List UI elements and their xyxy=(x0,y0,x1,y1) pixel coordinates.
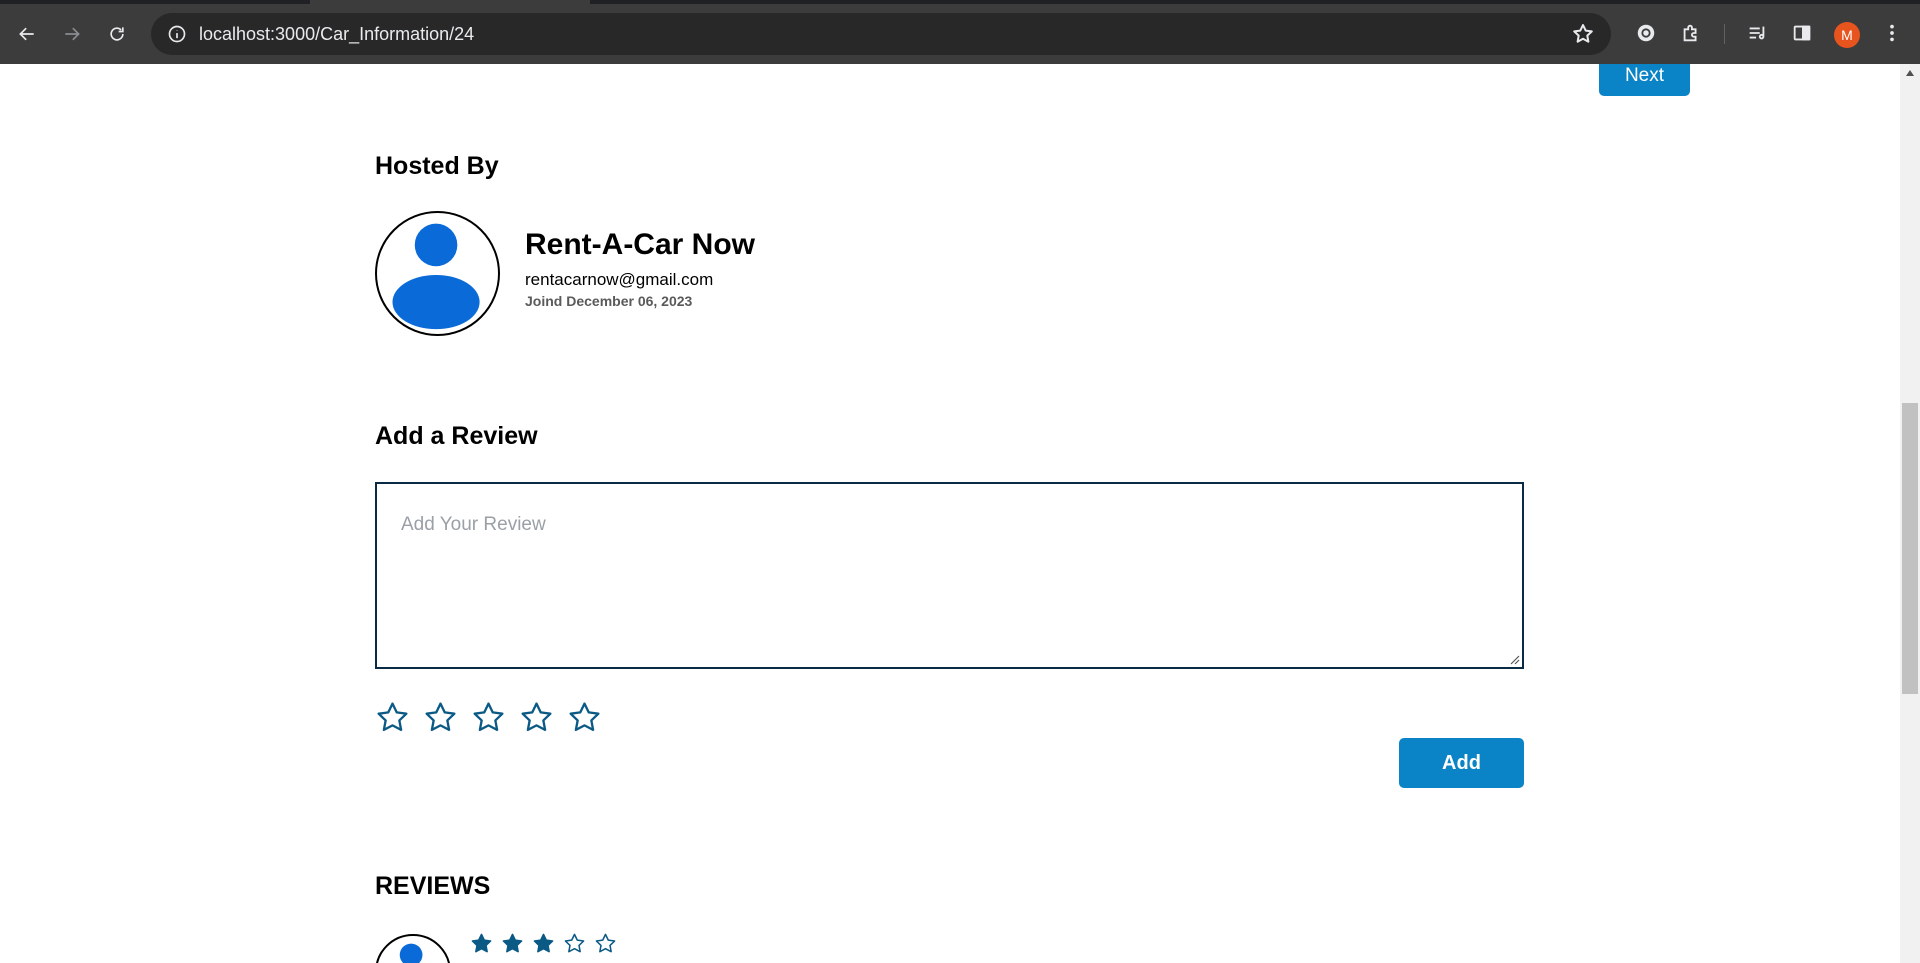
toolbar-divider xyxy=(1724,24,1725,44)
url-text[interactable]: localhost:3000/Car_Information/24 xyxy=(199,24,474,45)
review-rating xyxy=(470,932,617,955)
star-filled-icon xyxy=(471,933,492,953)
star-empty-icon[interactable] xyxy=(567,700,602,735)
host-name: Rent-A-Car Now xyxy=(525,228,755,261)
add-review-title: Add a Review xyxy=(375,422,538,450)
review-textarea-container xyxy=(375,482,1524,669)
host-email: rentacarnow@gmail.com xyxy=(525,270,714,289)
site-info-icon[interactable] xyxy=(165,22,189,46)
side-panel-icon[interactable] xyxy=(1788,19,1816,47)
star-empty-icon[interactable] xyxy=(471,700,506,735)
media-controls-icon[interactable] xyxy=(1743,19,1771,47)
host-avatar xyxy=(375,211,500,336)
reviews-title: REVIEWS xyxy=(375,872,491,900)
review-textarea[interactable] xyxy=(377,484,1522,667)
forward-icon[interactable] xyxy=(55,17,89,51)
bookmark-star-icon[interactable] xyxy=(1571,22,1595,46)
rating-input[interactable] xyxy=(375,700,602,735)
tab-strip-edge xyxy=(0,0,310,4)
page-scrollbar[interactable] xyxy=(1900,64,1920,963)
user-silhouette-icon xyxy=(399,943,423,963)
browser-toolbar: localhost:3000/Car_Information/24 M xyxy=(0,0,1920,64)
extension-icon[interactable] xyxy=(1632,19,1660,47)
next-button[interactable]: Next xyxy=(1599,64,1690,96)
reload-icon[interactable] xyxy=(100,17,134,51)
star-empty-icon[interactable] xyxy=(375,700,410,735)
scroll-up-arrow-icon[interactable] xyxy=(1906,70,1914,76)
star-empty-icon[interactable] xyxy=(519,700,554,735)
page-content: Next Hosted By Rent-A-Car Now rentacarno… xyxy=(0,64,1900,963)
profile-avatar[interactable]: M xyxy=(1834,22,1860,48)
user-silhouette-icon xyxy=(392,223,480,330)
star-filled-icon xyxy=(533,933,554,953)
star-empty-icon xyxy=(595,933,616,953)
menu-kebab-icon[interactable] xyxy=(1878,19,1906,47)
resize-grip-icon[interactable] xyxy=(1508,653,1520,665)
star-empty-icon[interactable] xyxy=(423,700,458,735)
hosted-by-title: Hosted By xyxy=(375,152,499,180)
scroll-thumb[interactable] xyxy=(1902,403,1918,694)
tab-strip-edge xyxy=(590,0,1920,4)
star-filled-icon xyxy=(502,933,523,953)
reviewer-avatar xyxy=(375,934,451,963)
add-review-button[interactable]: Add xyxy=(1399,738,1524,788)
address-bar[interactable]: localhost:3000/Car_Information/24 xyxy=(151,13,1611,55)
host-joined-date: Joind December 06, 2023 xyxy=(525,293,693,309)
back-icon[interactable] xyxy=(10,17,44,51)
star-empty-icon xyxy=(564,933,585,953)
puzzle-extensions-icon[interactable] xyxy=(1677,19,1705,47)
